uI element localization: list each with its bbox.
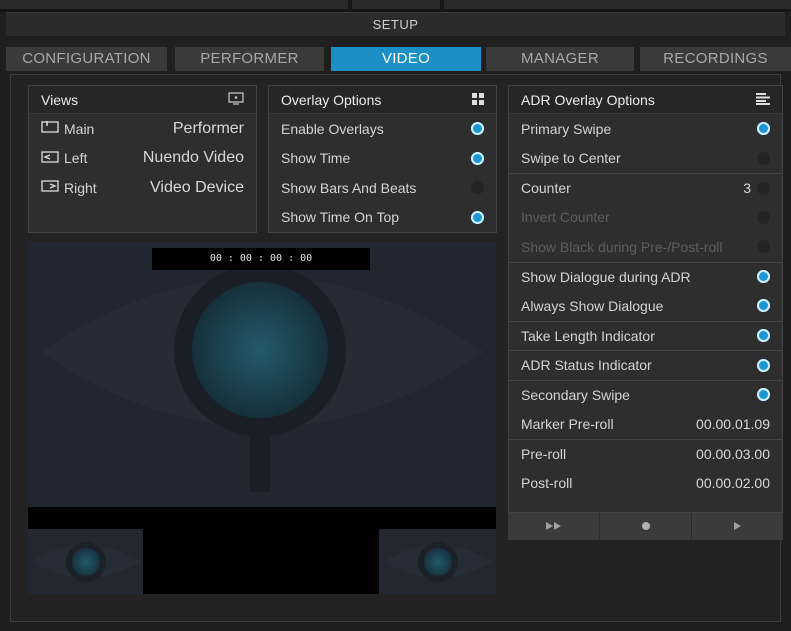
overlay-label: Show Time On Top <box>281 209 400 226</box>
adr-overlay-panel: ADR Overlay Options Primary Swipe Swipe … <box>508 85 783 513</box>
view-row-left[interactable]: Left Nuendo Video <box>29 144 256 174</box>
overlay-row-show-time[interactable]: Show Time <box>269 144 496 174</box>
transport-buttons <box>508 513 783 540</box>
adr-row-always-dialogue[interactable]: Always Show Dialogue <box>509 291 782 321</box>
view-source-left[interactable]: Nuendo Video <box>143 149 244 167</box>
adr-row-show-black[interactable]: Show Black during Pre-/Post-roll <box>509 232 782 262</box>
adr-row-preroll[interactable]: Pre-roll 00.00.03.00 <box>509 438 782 469</box>
left-screen-icon <box>41 150 59 167</box>
adr-label: Primary Swipe <box>521 120 612 137</box>
overlay-row-bars-beats[interactable]: Show Bars And Beats <box>269 173 496 203</box>
adr-label: Post-roll <box>521 474 573 491</box>
toggle-invert-counter[interactable] <box>757 210 770 224</box>
adr-row-status-indicator[interactable]: ADR Status Indicator <box>509 350 782 380</box>
toggle-show-dialogue[interactable] <box>757 270 770 284</box>
right-screen-icon <box>41 179 59 196</box>
counter-value[interactable]: 3 <box>743 180 751 196</box>
monitor-icon[interactable] <box>228 91 244 108</box>
view-label-main: Main <box>64 120 95 137</box>
video-eye-graphic <box>28 242 496 594</box>
toggle-enable-overlays[interactable] <box>471 122 484 136</box>
adr-label: Secondary Swipe <box>521 386 630 403</box>
adr-row-secondary-swipe[interactable]: Secondary Swipe <box>509 379 782 410</box>
view-label-right: Right <box>64 179 97 196</box>
adr-row-counter[interactable]: Counter 3 <box>509 173 782 203</box>
main-screen-icon <box>41 120 59 137</box>
view-source-right[interactable]: Video Device <box>150 179 244 197</box>
views-title: Views <box>41 91 79 108</box>
window-title: SETUP <box>6 12 785 36</box>
record-icon <box>641 520 651 534</box>
fast-forward-icon <box>545 520 563 534</box>
adr-row-primary-swipe[interactable]: Primary Swipe <box>509 114 782 144</box>
adr-label: Pre-roll <box>521 445 567 462</box>
overlay-row-enable-overlays[interactable]: Enable Overlays <box>269 114 496 144</box>
adr-overlay-header: ADR Overlay Options <box>509 86 782 114</box>
views-panel: Views Main Performer Left Nuendo Video R… <box>28 85 257 233</box>
fast-forward-button[interactable] <box>508 513 600 540</box>
view-source-main[interactable]: Performer <box>173 120 244 138</box>
overlay-label: Show Bars And Beats <box>281 179 417 196</box>
postroll-value[interactable]: 00.00.02.00 <box>696 475 770 491</box>
overlay-options-title: Overlay Options <box>281 91 382 108</box>
record-button[interactable] <box>600 513 692 540</box>
view-row-main[interactable]: Main Performer <box>29 114 256 144</box>
overlay-label: Show Time <box>281 150 351 167</box>
tab-performer[interactable]: PERFORMER <box>175 47 324 71</box>
adr-label: Marker Pre-roll <box>521 415 614 432</box>
toggle-take-length[interactable] <box>757 329 770 343</box>
adr-label: Take Length Indicator <box>521 327 655 344</box>
adr-row-swipe-center[interactable]: Swipe to Center <box>509 144 782 174</box>
adr-row-show-dialogue[interactable]: Show Dialogue during ADR <box>509 261 782 292</box>
adr-label: Counter <box>521 180 571 197</box>
toggle-swipe-to-center[interactable] <box>757 151 770 165</box>
adr-label: ADR Status Indicator <box>521 357 652 374</box>
toggle-counter[interactable] <box>757 181 770 195</box>
overlay-row-time-on-top[interactable]: Show Time On Top <box>269 203 496 233</box>
views-header: Views <box>29 86 256 114</box>
view-row-right[interactable]: Right Video Device <box>29 173 256 203</box>
adr-overlay-title: ADR Overlay Options <box>521 91 655 108</box>
adr-row-invert-counter[interactable]: Invert Counter <box>509 203 782 233</box>
view-label-left: Left <box>64 150 88 167</box>
grid-icon[interactable] <box>472 92 484 108</box>
toggle-show-bars-beats[interactable] <box>471 181 484 195</box>
adr-label: Swipe to Center <box>521 150 621 167</box>
tab-video[interactable]: VIDEO <box>331 47 481 71</box>
overlay-label: Enable Overlays <box>281 120 384 137</box>
overlay-options-header: Overlay Options <box>269 86 496 114</box>
adr-row-postroll[interactable]: Post-roll 00.00.02.00 <box>509 468 782 498</box>
tab-manager[interactable]: MANAGER <box>486 47 634 71</box>
toggle-show-black[interactable] <box>757 240 770 254</box>
adr-label: Show Black during Pre-/Post-roll <box>521 238 723 255</box>
adr-label: Always Show Dialogue <box>521 297 664 314</box>
play-icon <box>733 520 742 534</box>
overlay-options-panel: Overlay Options Enable Overlays Show Tim… <box>268 85 497 233</box>
adr-label: Show Dialogue during ADR <box>521 268 691 285</box>
video-preview[interactable] <box>28 242 496 594</box>
adr-row-take-length[interactable]: Take Length Indicator <box>509 320 782 351</box>
marker-preroll-value[interactable]: 00.00.01.09 <box>696 416 770 432</box>
timecode-display: 00 : 00 : 00 : 00 <box>152 248 370 270</box>
toggle-primary-swipe[interactable] <box>757 122 770 136</box>
tab-configuration[interactable]: CONFIGURATION <box>6 47 167 71</box>
toggle-show-time[interactable] <box>471 151 484 165</box>
play-button[interactable] <box>692 513 783 540</box>
top-strip <box>0 0 791 12</box>
toggle-show-time-on-top[interactable] <box>471 210 484 224</box>
adr-row-marker-preroll[interactable]: Marker Pre-roll 00.00.01.09 <box>509 409 782 439</box>
toggle-adr-status[interactable] <box>757 358 770 372</box>
preroll-value[interactable]: 00.00.03.00 <box>696 446 770 462</box>
tab-recordings[interactable]: RECORDINGS <box>640 47 791 71</box>
adr-label: Invert Counter <box>521 209 610 226</box>
toggle-always-show-dialogue[interactable] <box>757 299 770 313</box>
list-icon[interactable] <box>756 92 770 108</box>
toggle-secondary-swipe[interactable] <box>757 388 770 402</box>
